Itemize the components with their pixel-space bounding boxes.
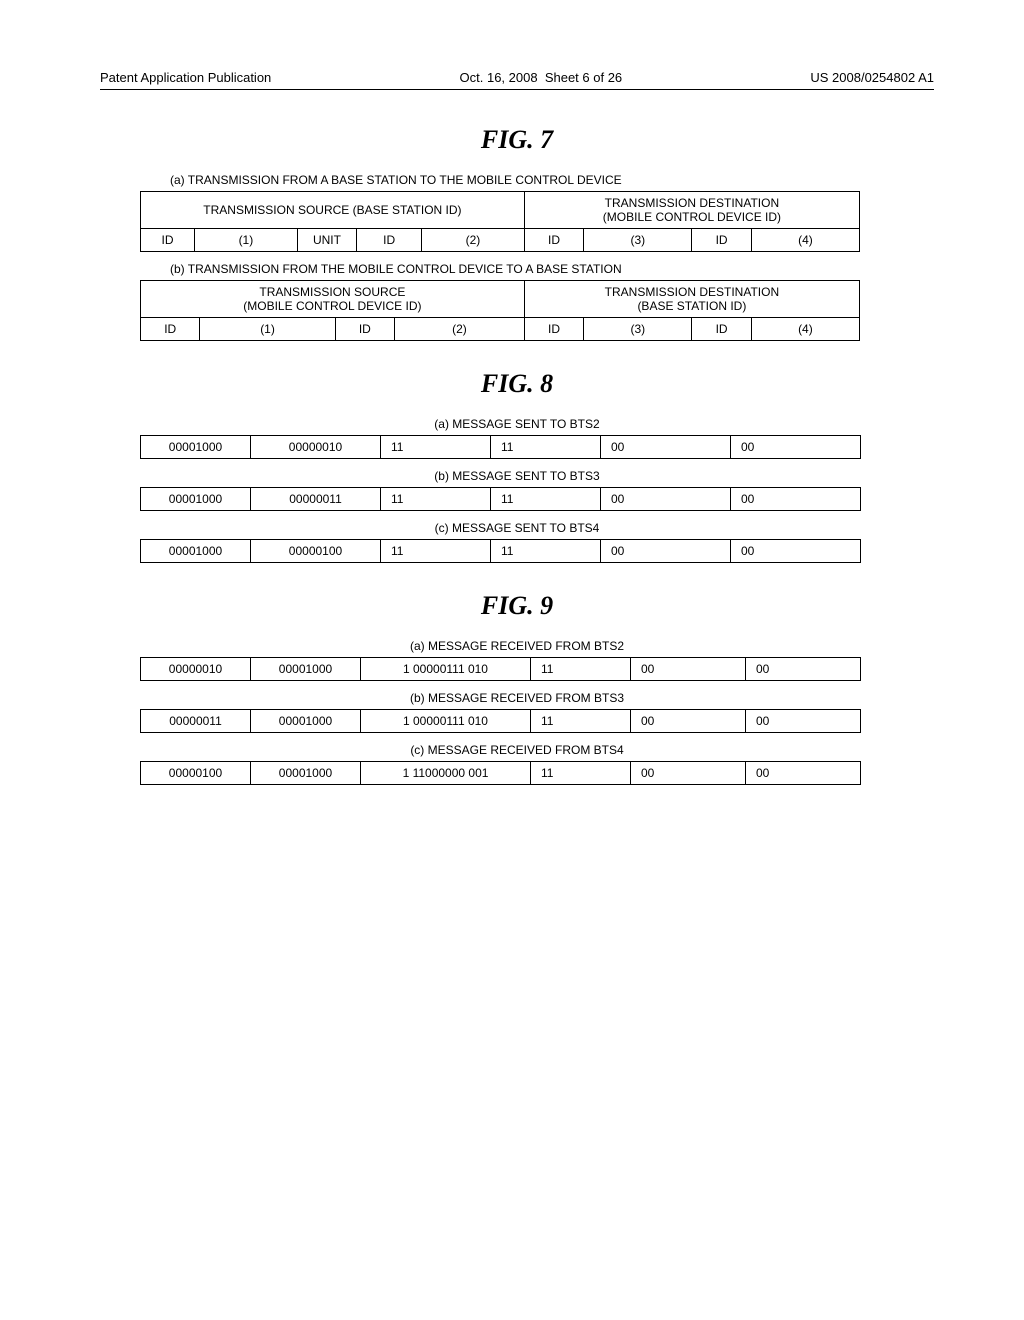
fig8a-table: 00001000 00000010 11 11 00 00 [140, 435, 861, 459]
fig9b-table: 00000011 00001000 1 00000111 010 11 00 0… [140, 709, 861, 733]
fig8a-row: 00001000 00000010 11 11 00 00 [141, 436, 861, 459]
fig9a-caption: (a) MESSAGE RECEIVED FROM BTS2 [100, 639, 934, 653]
fig9a-table: 00000010 00001000 1 00000111 010 11 00 0… [140, 657, 861, 681]
fig7b-hdst: TRANSMISSION DESTINATION(BASE STATION ID… [524, 281, 859, 318]
fig7b-table: TRANSMISSION SOURCE(MOBILE CONTROL DEVIC… [140, 280, 860, 341]
header-date: Oct. 16, 2008 Sheet 6 of 26 [460, 70, 623, 85]
fig7a-table: TRANSMISSION SOURCE (BASE STATION ID) TR… [140, 191, 860, 252]
fig9c-caption: (c) MESSAGE RECEIVED FROM BTS4 [100, 743, 934, 757]
fig9-title: FIG. 9 [100, 591, 934, 621]
fig9c-row: 00000100 00001000 1 11000000 001 11 00 0… [141, 762, 861, 785]
fig7a-hdst: TRANSMISSION DESTINATION(MOBILE CONTROL … [524, 192, 859, 229]
fig8b-table: 00001000 00000011 11 11 00 00 [140, 487, 861, 511]
header-divider [100, 89, 934, 90]
fig7a-row: ID (1) UNIT ID (2) ID (3) ID (4) [141, 229, 860, 252]
fig7b-row: ID (1) ID (2) ID (3) ID (4) [141, 318, 860, 341]
header-pubno: US 2008/0254802 A1 [810, 70, 934, 85]
fig8c-row: 00001000 00000100 11 11 00 00 [141, 540, 861, 563]
fig9c-table: 00000100 00001000 1 11000000 001 11 00 0… [140, 761, 861, 785]
fig7-title: FIG. 7 [100, 125, 934, 155]
fig7a-caption: (a) TRANSMISSION FROM A BASE STATION TO … [170, 173, 934, 187]
fig8b-row: 00001000 00000011 11 11 00 00 [141, 488, 861, 511]
fig8-title: FIG. 8 [100, 369, 934, 399]
fig8b-caption: (b) MESSAGE SENT TO BTS3 [100, 469, 934, 483]
fig8a-caption: (a) MESSAGE SENT TO BTS2 [100, 417, 934, 431]
fig9b-row: 00000011 00001000 1 00000111 010 11 00 0… [141, 710, 861, 733]
header-pub: Patent Application Publication [100, 70, 271, 85]
fig9a-row: 00000010 00001000 1 00000111 010 11 00 0… [141, 658, 861, 681]
fig8c-caption: (c) MESSAGE SENT TO BTS4 [100, 521, 934, 535]
page-header: Patent Application Publication Oct. 16, … [100, 70, 934, 85]
fig9b-caption: (b) MESSAGE RECEIVED FROM BTS3 [100, 691, 934, 705]
fig8c-table: 00001000 00000100 11 11 00 00 [140, 539, 861, 563]
fig7b-caption: (b) TRANSMISSION FROM THE MOBILE CONTROL… [170, 262, 934, 276]
fig7a-hsrc: TRANSMISSION SOURCE (BASE STATION ID) [141, 192, 525, 229]
fig7b-hsrc: TRANSMISSION SOURCE(MOBILE CONTROL DEVIC… [141, 281, 525, 318]
